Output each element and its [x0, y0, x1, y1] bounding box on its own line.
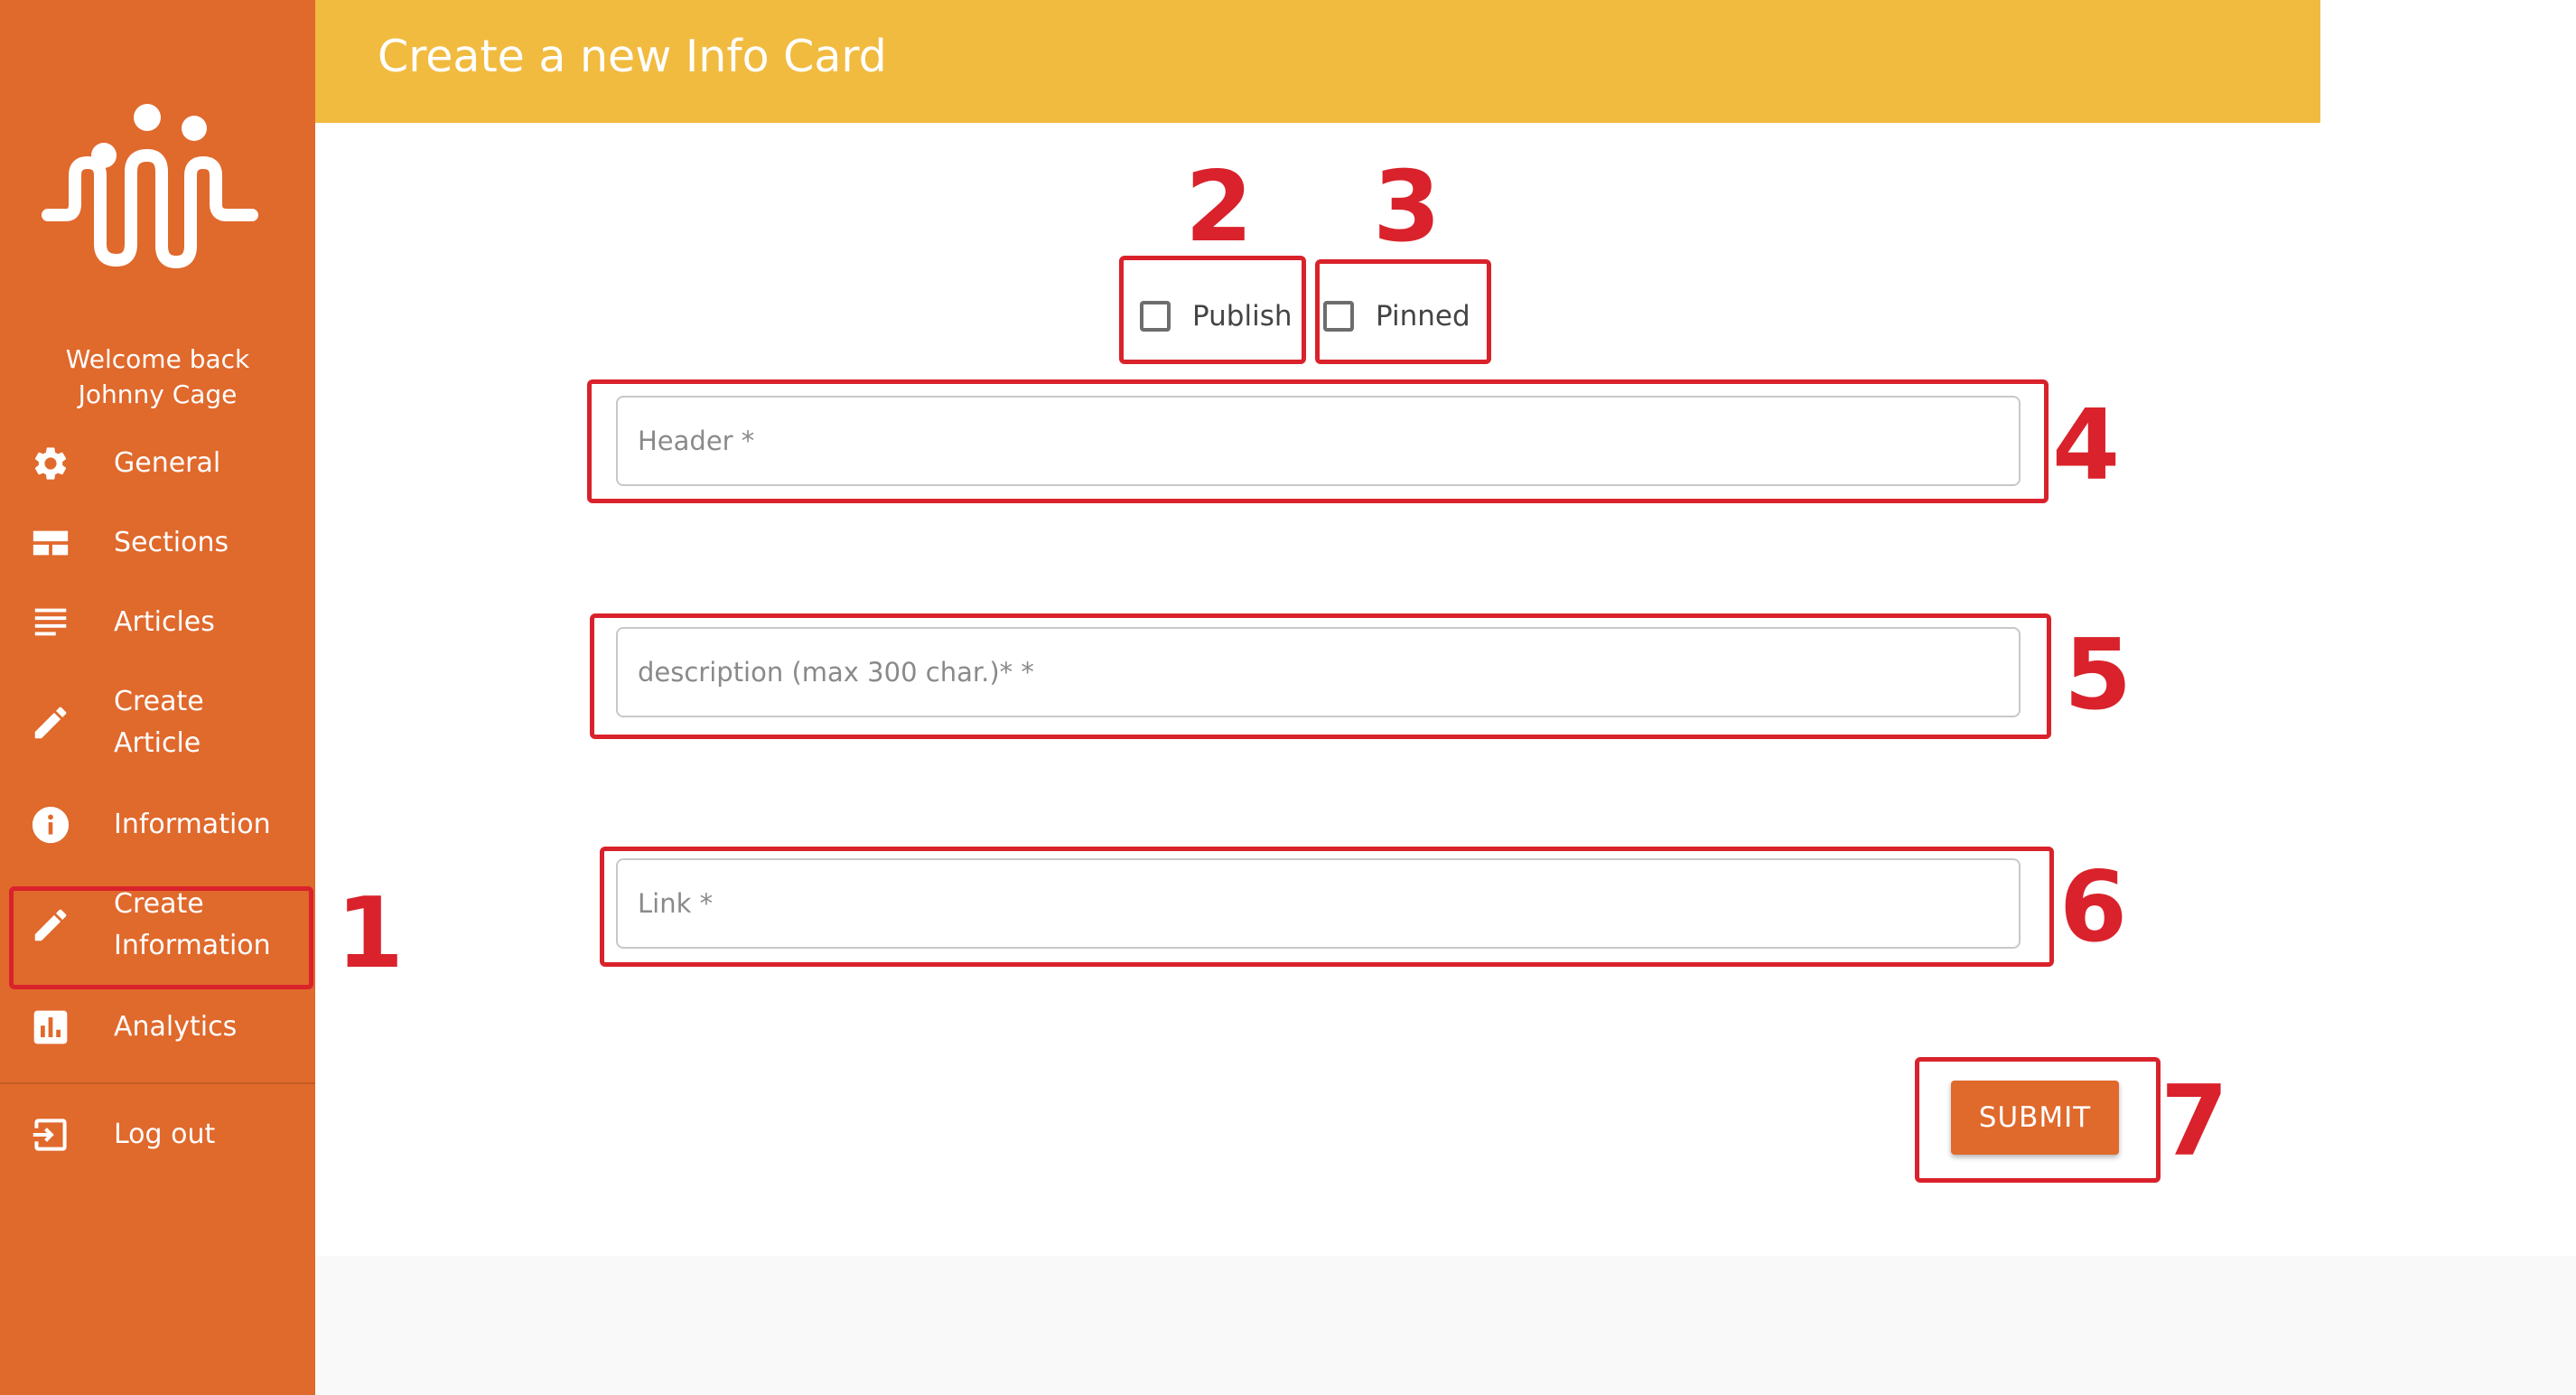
- logout-icon: [29, 1113, 72, 1156]
- sidebar-divider: [0, 1082, 315, 1084]
- annotation-box: [590, 613, 2051, 739]
- annotation-number: 6: [2059, 851, 2128, 964]
- page-footer-area: [315, 1256, 2576, 1395]
- page-title: Create a new Info Card: [378, 31, 887, 82]
- sidebar-item-label: Articles: [114, 606, 215, 638]
- sidebar-item-create-article[interactable]: Create Article: [0, 681, 315, 764]
- annotation-number: 2: [1185, 151, 1254, 264]
- sidebar-item-label: Sections: [114, 527, 229, 558]
- annotation-number: 4: [2052, 389, 2121, 502]
- sidebar-item-label: Create: [114, 686, 204, 717]
- annotation-box: [587, 379, 2049, 503]
- welcome-line: Welcome back: [65, 344, 250, 374]
- annotation-number: 3: [1373, 151, 1442, 264]
- annotation-box: [1915, 1057, 2161, 1183]
- annotation-number: 1: [336, 877, 405, 990]
- sidebar-item-label: Information: [114, 809, 271, 840]
- info-icon: [29, 803, 72, 847]
- annotation-number: 5: [2064, 619, 2133, 732]
- sidebar-item-logout[interactable]: Log out: [0, 1114, 315, 1156]
- welcome-message: Welcome back Johnny Cage: [0, 342, 315, 412]
- sidebar: Welcome back Johnny Cage General Section…: [0, 0, 315, 1395]
- annotation-box: [1119, 256, 1306, 364]
- annotation-box: [600, 847, 2054, 967]
- sidebar-item-analytics[interactable]: Analytics: [0, 1006, 315, 1048]
- sidebar-item-articles[interactable]: Articles: [0, 602, 315, 643]
- annotation-box: [1315, 259, 1491, 364]
- bar-chart-icon: [29, 1006, 72, 1049]
- gear-icon: [29, 442, 72, 485]
- annotation-number: 7: [2161, 1065, 2229, 1178]
- sections-icon: [29, 521, 72, 565]
- sidebar-item-general[interactable]: General: [0, 443, 315, 484]
- sidebar-item-sections[interactable]: Sections: [0, 522, 315, 564]
- pencil-icon: [29, 701, 72, 744]
- list-icon: [29, 601, 72, 644]
- sidebar-item-label: Article: [114, 727, 201, 759]
- sidebar-item-information[interactable]: Information: [0, 804, 315, 846]
- user-name: Johnny Cage: [78, 379, 238, 409]
- sidebar-item-label: Analytics: [114, 1011, 238, 1043]
- sidebar-item-label: General: [114, 447, 221, 479]
- annotation-box: [9, 886, 313, 989]
- sidebar-item-label: Log out: [114, 1119, 216, 1150]
- page-header: Create a new Info Card: [315, 0, 2320, 123]
- people-wave-logo: [42, 104, 258, 268]
